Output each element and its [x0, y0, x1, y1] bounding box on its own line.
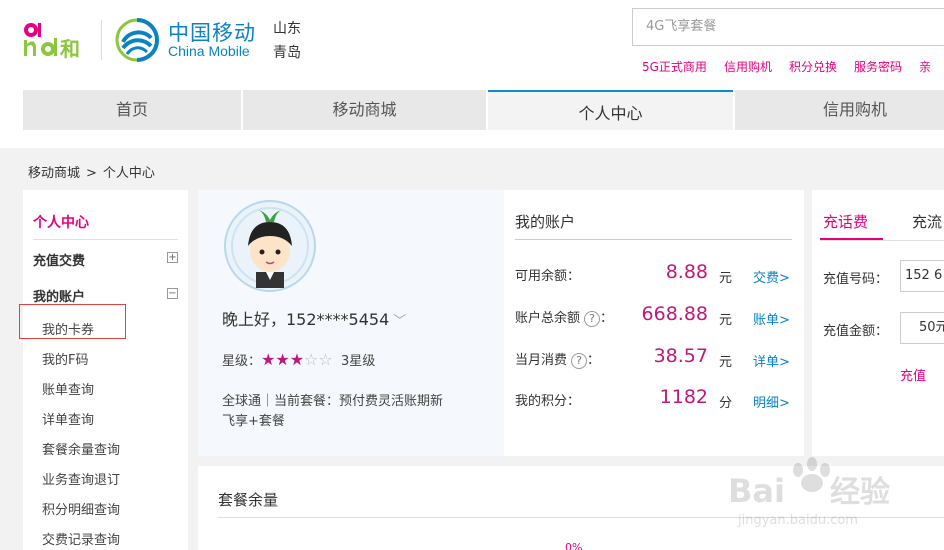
package-balance-title: 套餐余量 — [218, 491, 279, 509]
recharge-amount-select[interactable]: 50元 — [900, 312, 944, 344]
china-mobile-en: China Mobile — [168, 43, 250, 59]
expand-chevron-icon[interactable]: ﹀ — [393, 314, 406, 329]
star-filled-icon: ★ — [275, 350, 290, 369]
account-title: 我的账户 — [515, 213, 576, 231]
greeting: 晚上好，152****5454 ﹀ — [222, 306, 406, 330]
sidebar-group-account[interactable]: 我的账户 — [33, 286, 85, 305]
sidebar-item-package-balance[interactable]: 套餐余量查询 — [42, 439, 120, 458]
search-input[interactable]: 4G飞享套餐 — [632, 8, 944, 46]
quick-links: 5G正式商用 信用购机 积分兑换 服务密码 亲 — [642, 58, 944, 75]
points-detail-link[interactable]: 明细> — [753, 392, 790, 411]
nav-personal-center[interactable]: 个人中心 — [488, 90, 733, 130]
sidebar-group-recharge[interactable]: 充值交费 — [33, 250, 85, 269]
monthly-spend-label: 当月消费?： — [515, 349, 600, 369]
main-nav: 首页 移动商城 个人中心 信用购机 — [23, 90, 944, 130]
nav-mall[interactable]: 移动商城 — [243, 90, 486, 130]
page: { "header": { "brand_cn": "中国移动", "brand… — [0, 0, 944, 550]
brand-divider — [101, 20, 102, 60]
svg-text:和: 和 — [60, 37, 80, 61]
breadcrumb-separator: > — [86, 166, 97, 181]
star-filled-icon: ★ — [261, 350, 276, 369]
available-balance-value: 8.88 — [665, 261, 708, 283]
quick-link-points[interactable]: 积分兑换 — [789, 60, 837, 74]
sidebar-item-my-coupons[interactable]: 我的卡券 — [42, 319, 94, 338]
sidebar-title[interactable]: 个人中心 — [33, 212, 89, 232]
recharge-tab-divider — [820, 240, 944, 241]
breadcrumb-mall[interactable]: 移动商城 — [28, 166, 80, 181]
sidebar-item-service-unsubscribe[interactable]: 业务查询退订 — [42, 469, 120, 488]
greeting-text: 晚上好，152****5454 — [222, 310, 390, 329]
sidebar-item-payment-records[interactable]: 交费记录查询 — [42, 529, 120, 548]
location-city[interactable]: 青岛 — [273, 42, 301, 62]
package-info: 全球通｜当前套餐：预付费灵活账期新 — [222, 394, 444, 409]
nav-home[interactable]: 首页 — [23, 90, 241, 130]
collapse-minus-icon[interactable]: − — [167, 288, 178, 299]
points-unit: 分 — [719, 396, 733, 411]
sidebar-item-my-f-code[interactable]: 我的F码 — [42, 349, 88, 368]
sidebar-item-points-detail[interactable]: 积分明细查询 — [42, 499, 120, 518]
svg-text:经验: 经验 — [830, 475, 890, 510]
breadcrumb: 移动商城 > 个人中心 — [28, 162, 155, 181]
quick-link-more[interactable]: 亲 — [919, 60, 931, 74]
baidu-jingyan-watermark: Bai 经验 jingyan.baidu.com — [728, 457, 890, 528]
tab-data-recharge[interactable]: 充流 — [912, 211, 942, 232]
expand-plus-icon[interactable]: + — [167, 252, 178, 263]
quick-link-5g[interactable]: 5G正式商用 — [642, 60, 707, 74]
bill-link[interactable]: 账单> — [753, 309, 790, 328]
recharge-number-input[interactable]: 152 6 — [900, 260, 944, 292]
svg-text:jingyan.baidu.com: jingyan.baidu.com — [737, 513, 858, 528]
available-balance-label: 可用余额： — [515, 269, 581, 284]
star-filled-icon: ★ — [289, 350, 305, 369]
sidebar — [23, 190, 188, 550]
points-label: 我的积分： — [515, 394, 581, 409]
package-info-cont: 飞享+套餐 — [222, 414, 285, 429]
member-level: 星级：★★★☆☆ 3星级 — [222, 350, 375, 369]
help-icon[interactable]: ? — [571, 352, 588, 369]
star-empty-icon: ☆ — [318, 350, 333, 369]
breadcrumb-current: 个人中心 — [102, 166, 155, 181]
monthly-spend-value: 38.57 — [653, 345, 708, 367]
sidebar-divider — [33, 239, 178, 240]
sidebar-item-detail-query[interactable]: 详单查询 — [42, 409, 94, 428]
quick-link-credit-phone[interactable]: 信用购机 — [724, 60, 772, 74]
tab-phone-recharge[interactable]: 充话费 — [823, 211, 868, 232]
user-avatar[interactable] — [222, 200, 320, 292]
and-he-logo: 和 — [24, 23, 80, 61]
pay-link[interactable]: 交费> — [753, 267, 790, 286]
detail-link[interactable]: 详单> — [753, 351, 790, 370]
points-value: 1182 — [659, 386, 708, 408]
star-empty-icon: ☆ — [304, 350, 319, 369]
location-province[interactable]: 山东 — [273, 18, 301, 38]
level-label: 星级： — [222, 354, 262, 369]
recharge-number-label: 充值号码： — [823, 272, 889, 287]
total-balance-value: 668.88 — [641, 303, 708, 325]
monthly-spend-unit: 元 — [719, 355, 733, 370]
account-divider — [515, 239, 792, 240]
quick-link-service-password[interactable]: 服务密码 — [854, 60, 902, 74]
sidebar-item-bill-query[interactable]: 账单查询 — [42, 379, 94, 398]
svg-text:Bai: Bai — [728, 472, 785, 510]
level-text: 3星级 — [341, 354, 376, 369]
active-tab-underline — [820, 238, 883, 240]
recharge-amount-label: 充值金额： — [823, 324, 889, 339]
china-mobile-logo-icon — [115, 18, 160, 62]
recharge-button[interactable]: 充值 — [900, 365, 926, 384]
total-balance-unit: 元 — [719, 313, 733, 328]
available-balance-unit: 元 — [719, 271, 733, 286]
nav-credit-purchase[interactable]: 信用购机 — [735, 90, 944, 130]
monthly-spend-label-text: 当月消费 — [515, 353, 568, 368]
package-balance-percent: 0% — [565, 541, 583, 550]
total-balance-label-text: 账户总余额 — [515, 311, 581, 326]
